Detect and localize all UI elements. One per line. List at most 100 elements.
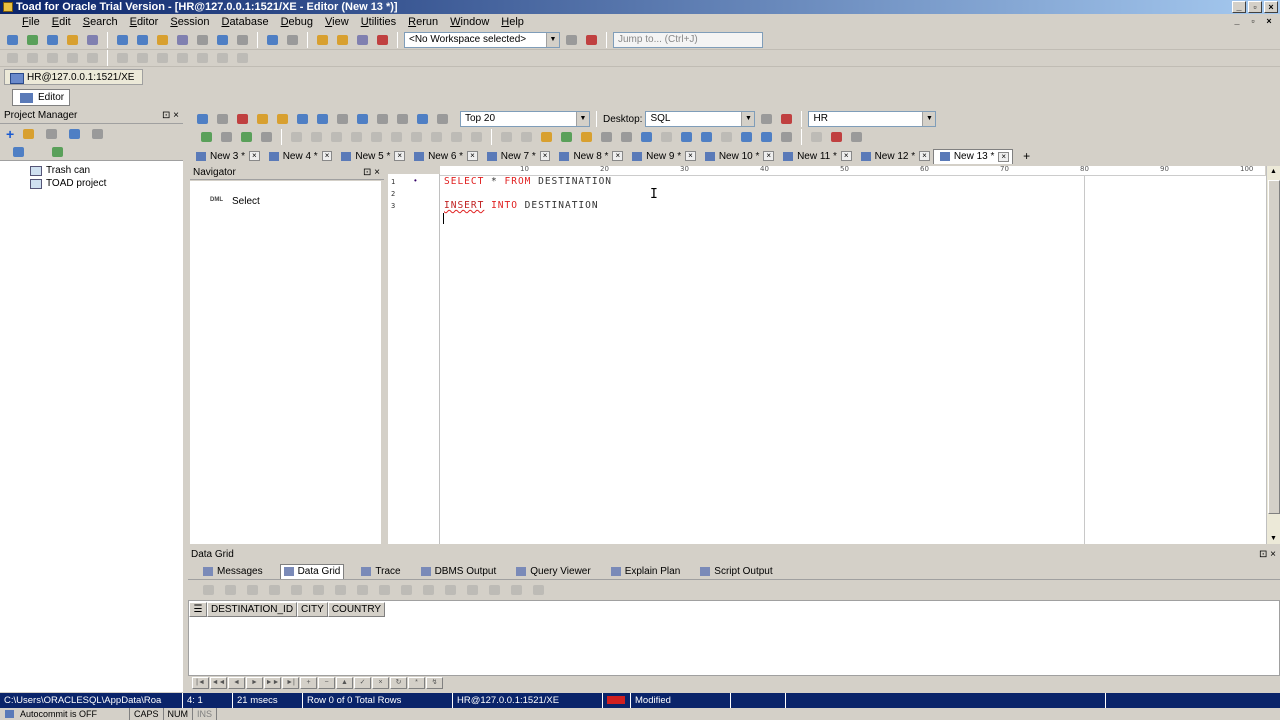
refresh-data-icon[interactable]: ↻ xyxy=(390,677,407,689)
indent-icon[interactable] xyxy=(738,129,755,145)
tab-query-viewer[interactable]: Query Viewer xyxy=(513,564,593,579)
add-icon[interactable]: + xyxy=(6,126,14,142)
compile-icon[interactable] xyxy=(374,111,391,127)
pencil-icon[interactable] xyxy=(154,32,171,48)
menu-utilities[interactable]: Utilities xyxy=(355,14,402,30)
grid-icon[interactable] xyxy=(134,32,151,48)
navigator-item-select[interactable]: DML Select xyxy=(210,196,260,207)
jump-to-input[interactable]: Jump to... (Ctrl+J) xyxy=(613,31,763,48)
print-icon[interactable] xyxy=(334,111,351,127)
mdi-minimize-button[interactable]: _ xyxy=(1230,15,1244,27)
tab-document[interactable]: New 8 * × xyxy=(553,149,626,164)
query-builder-icon[interactable] xyxy=(194,32,211,48)
execute-icon[interactable] xyxy=(194,111,211,127)
step-icon[interactable] xyxy=(218,129,235,145)
mdi-restore-button[interactable]: ▫ xyxy=(1246,15,1260,27)
prior-page-icon[interactable]: ◄◄ xyxy=(210,677,227,689)
record-icon[interactable] xyxy=(828,129,845,145)
menu-session[interactable]: Session xyxy=(164,14,215,30)
desktop-delete-icon[interactable] xyxy=(778,111,795,127)
maximize-button[interactable]: ▫ xyxy=(1248,1,1262,13)
tab-document[interactable]: New 6 * × xyxy=(408,149,481,164)
scroll-thumb[interactable] xyxy=(1268,180,1280,514)
column-header[interactable]: COUNTRY xyxy=(327,602,386,617)
menu-debug[interactable]: Debug xyxy=(275,14,319,30)
layout-icon[interactable] xyxy=(214,32,231,48)
view-icon[interactable] xyxy=(10,144,27,160)
tab-data-grid[interactable]: Data Grid xyxy=(279,563,345,579)
next-record-icon[interactable]: ► xyxy=(246,677,263,689)
connection-tab[interactable]: HR@127.0.0.1:1521/XE xyxy=(4,69,144,85)
menu-help[interactable]: Help xyxy=(495,14,530,30)
menu-database[interactable]: Database xyxy=(215,14,274,30)
tool-icon[interactable] xyxy=(214,111,231,127)
export-icon[interactable] xyxy=(334,32,351,48)
close-tab-icon[interactable]: × xyxy=(539,151,551,161)
column-header[interactable]: DESTINATION_ID xyxy=(207,602,298,617)
close-tab-icon[interactable]: × xyxy=(685,151,696,161)
new-file-icon[interactable] xyxy=(43,126,60,142)
sync-icon[interactable] xyxy=(354,32,371,48)
close-button[interactable]: × xyxy=(1264,1,1278,13)
db-icon[interactable] xyxy=(49,144,66,160)
open-file-icon[interactable] xyxy=(254,111,271,127)
pane-pin-close-icon[interactable]: ⊡ × xyxy=(162,108,179,124)
menu-window[interactable]: Window xyxy=(444,14,495,30)
lowercase-icon[interactable] xyxy=(698,129,715,145)
next-page-icon[interactable]: ►► xyxy=(264,677,281,689)
editor-window-button[interactable]: Editor xyxy=(12,89,70,106)
tab-document[interactable]: New 5 * × xyxy=(335,149,408,164)
column-header[interactable]: CITY xyxy=(297,602,328,617)
macro-icon[interactable] xyxy=(848,129,865,145)
result-grid[interactable]: ☰ DESTINATION_ID CITY COUNTRY xyxy=(188,600,1280,676)
tab-document[interactable]: New 10 * × xyxy=(699,149,777,164)
menu-file[interactable]: File xyxy=(16,14,46,30)
desktop-save-icon[interactable] xyxy=(758,111,775,127)
close-tab-icon[interactable]: × xyxy=(467,151,478,161)
rows-select[interactable]: Top 20 ▼ xyxy=(460,111,590,127)
apply-filter-icon[interactable]: * xyxy=(408,677,425,689)
save-icon[interactable] xyxy=(66,126,83,142)
clear-icon[interactable] xyxy=(234,111,251,127)
session-browser-icon[interactable] xyxy=(44,32,61,48)
import-icon[interactable] xyxy=(314,32,331,48)
sql-editor[interactable]: SELECT * FROM DESTINATION INSERT INTO DE… xyxy=(440,176,1266,544)
debug-icon[interactable] xyxy=(394,111,411,127)
menu-rerun[interactable]: Rerun xyxy=(402,14,444,30)
grid-options-icon[interactable] xyxy=(434,111,451,127)
menu-editor[interactable]: Editor xyxy=(124,14,165,30)
scroll-down-icon[interactable]: ▼ xyxy=(1270,535,1277,542)
last-record-icon[interactable]: ►| xyxy=(282,677,299,689)
pane-pin-close-icon[interactable]: ⊡ × xyxy=(1259,548,1276,561)
menu-view[interactable]: View xyxy=(319,14,355,30)
tab-document[interactable]: New 3 * × xyxy=(190,149,263,164)
first-record-icon[interactable]: |◄ xyxy=(192,677,209,689)
sql-monitor-icon[interactable] xyxy=(84,32,101,48)
delete-record-icon[interactable]: − xyxy=(318,677,335,689)
tab-document[interactable]: New 13 * × xyxy=(932,148,1014,164)
window-icon[interactable] xyxy=(114,32,131,48)
editor-icon[interactable] xyxy=(24,32,41,48)
schema-browser-icon[interactable] xyxy=(4,32,21,48)
uncomment-icon[interactable] xyxy=(578,129,595,145)
post-edit-icon[interactable]: ✓ xyxy=(354,677,371,689)
close-tab-icon[interactable]: × xyxy=(998,151,1010,162)
folder-icon[interactable] xyxy=(20,126,37,142)
workspace-close-icon[interactable] xyxy=(583,32,600,48)
recent-files-icon[interactable] xyxy=(274,111,291,127)
tab-dbms-output[interactable]: DBMS Output xyxy=(418,564,500,579)
disconnect-icon[interactable] xyxy=(374,32,391,48)
tree-item-project[interactable]: TOAD project xyxy=(28,178,106,190)
close-tab-icon[interactable]: × xyxy=(249,151,260,161)
compare-icon[interactable] xyxy=(234,32,251,48)
run-icon[interactable] xyxy=(198,129,215,145)
print-icon[interactable] xyxy=(89,126,106,142)
desktop-select[interactable]: SQL ▼ xyxy=(645,111,756,127)
outdent-icon[interactable] xyxy=(758,129,775,145)
tab-document[interactable]: New 9 * × xyxy=(626,149,699,164)
prior-record-icon[interactable]: ◄ xyxy=(228,677,245,689)
editor-scrollbar[interactable]: ▲ ▼ xyxy=(1266,166,1280,544)
insert-record-icon[interactable]: + xyxy=(300,677,317,689)
workspace-manage-icon[interactable] xyxy=(563,32,580,48)
mdi-close-button[interactable]: × xyxy=(1262,15,1276,27)
